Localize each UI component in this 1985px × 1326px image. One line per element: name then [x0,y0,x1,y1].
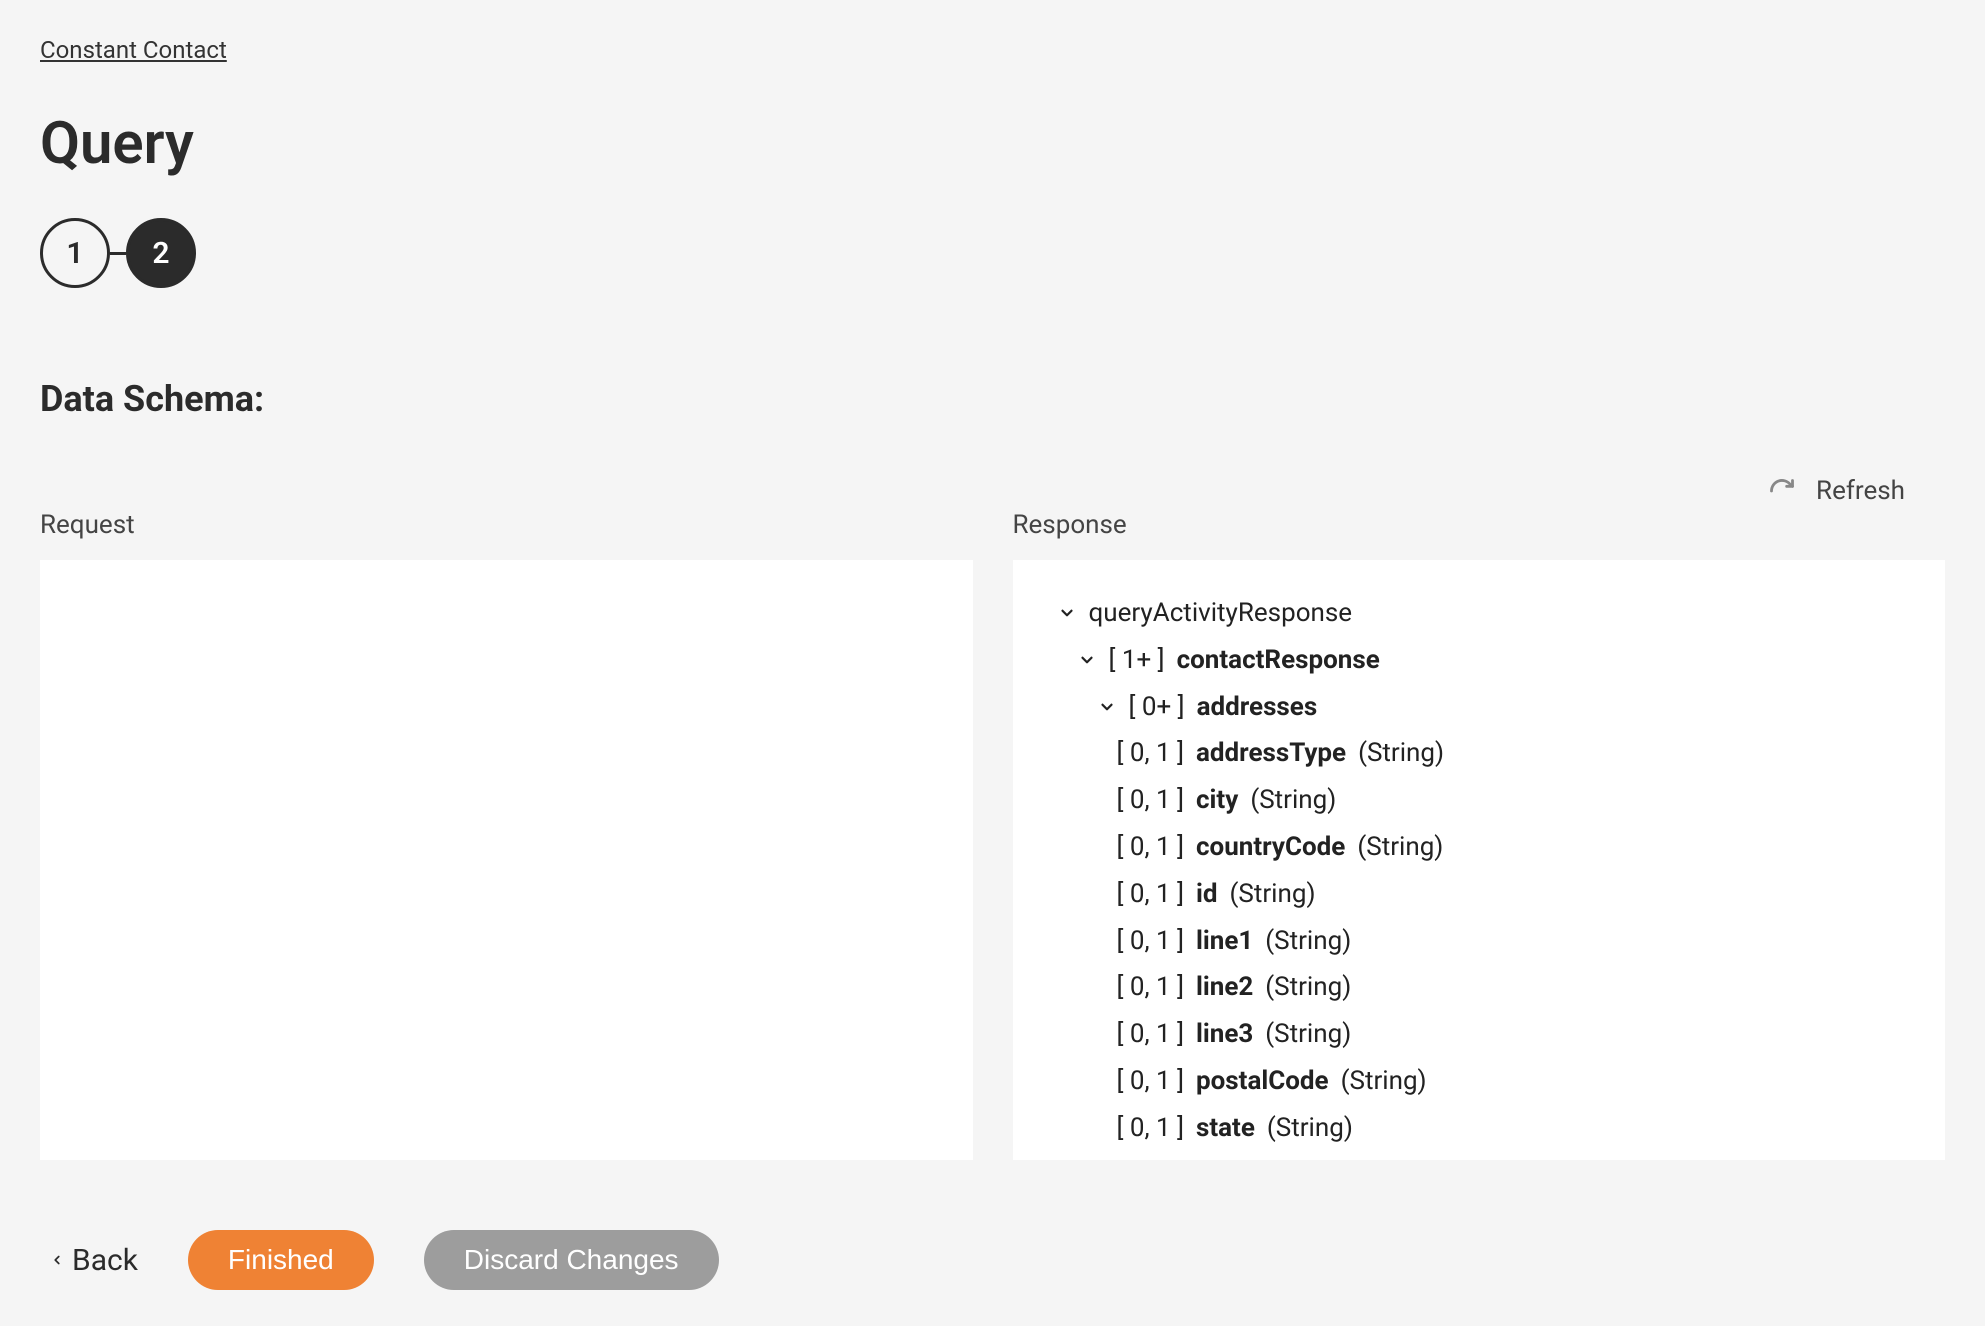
chevron-down-icon[interactable] [1077,651,1097,669]
field-type: (String) [1230,871,1316,918]
cardinality: [ 0, 1 ] [1117,730,1184,777]
tree-leaf[interactable]: [ 0, 1 ] city (String) [1037,777,1922,824]
response-header: Response [1013,510,1946,540]
refresh-button[interactable]: Refresh [1816,476,1905,506]
request-header: Request [40,510,973,540]
cardinality: [ 0, 1 ] [1117,824,1184,871]
field-name: line2 [1196,964,1253,1011]
field-type: (String) [1250,777,1336,824]
back-button[interactable]: Back [50,1243,138,1278]
field-type: (String) [1265,1011,1351,1058]
refresh-icon[interactable] [1768,477,1796,505]
tree-node-addresses[interactable]: [ 0+ ] addresses [1037,684,1922,731]
tree-leaf[interactable]: [ 0, 1 ] line2 (String) [1037,964,1922,1011]
field-name: city [1196,777,1238,824]
field-name: addressType [1196,730,1346,777]
schema-tree: queryActivityResponse [ 1+ ] contactResp… [1013,560,1946,1160]
tree-leaf[interactable]: [ 0, 1 ] line3 (String) [1037,1011,1922,1058]
chevron-down-icon[interactable] [1057,604,1077,622]
field-type: (String) [1267,1105,1353,1152]
cardinality: [ 0, 1 ] [1117,918,1184,965]
field-type: (String) [1265,964,1351,1011]
request-panel [40,560,973,1160]
field-type: (String) [1358,730,1444,777]
tree-leaf[interactable]: [ 0, 1 ] state (String) [1037,1105,1922,1152]
tree-leaf[interactable]: [ 0, 1 ] addressType (String) [1037,730,1922,777]
field-type: (String) [1341,1058,1427,1105]
field-name: postalCode [1196,1058,1329,1105]
tree-leaf[interactable]: [ 0, 1 ] countryCode (String) [1037,824,1922,871]
tree-leaf[interactable]: [ 0, 1 ] line1 (String) [1037,918,1922,965]
step-connector [110,252,126,255]
cardinality: [ 0, 1 ] [1117,964,1184,1011]
back-label: Back [72,1243,138,1278]
tree-node-label: addresses [1197,684,1318,731]
discard-button[interactable]: Discard Changes [424,1230,719,1290]
tree-node-contact-response[interactable]: [ 1+ ] contactResponse [1037,637,1922,684]
response-panel: queryActivityResponse [ 1+ ] contactResp… [1013,560,1946,1160]
step-1[interactable]: 1 [40,218,110,288]
cardinality: [ 0, 1 ] [1117,871,1184,918]
finished-button[interactable]: Finished [188,1230,374,1290]
chevron-down-icon[interactable] [1097,698,1117,716]
tree-node-label: queryActivityResponse [1089,590,1353,637]
field-type: (String) [1265,918,1351,965]
tree-leaf[interactable]: [ 0, 1 ] id (String) [1037,871,1922,918]
cardinality: [ 0, 1 ] [1117,777,1184,824]
step-2[interactable]: 2 [126,218,196,288]
tree-node-label: contactResponse [1177,637,1380,684]
field-name: line1 [1196,918,1253,965]
chevron-left-icon [50,1250,64,1270]
field-name: line3 [1196,1011,1253,1058]
field-type: (String) [1357,824,1443,871]
cardinality: [ 0+ ] [1129,684,1185,731]
field-name: countryCode [1196,824,1345,871]
cardinality: [ 0, 1 ] [1117,1105,1184,1152]
stepper: 1 2 [40,218,1945,288]
breadcrumb-link[interactable]: Constant Contact [40,36,227,64]
tree-node-root[interactable]: queryActivityResponse [1037,590,1922,637]
cardinality: [ 1+ ] [1109,637,1165,684]
cardinality: [ 0, 1 ] [1117,1011,1184,1058]
cardinality: [ 0, 1 ] [1117,1058,1184,1105]
page-title: Query [40,110,1945,178]
section-title: Data Schema: [40,378,1945,420]
field-name: id [1196,871,1218,918]
tree-leaf[interactable]: [ 0, 1 ] postalCode (String) [1037,1058,1922,1105]
field-name: state [1196,1105,1255,1152]
